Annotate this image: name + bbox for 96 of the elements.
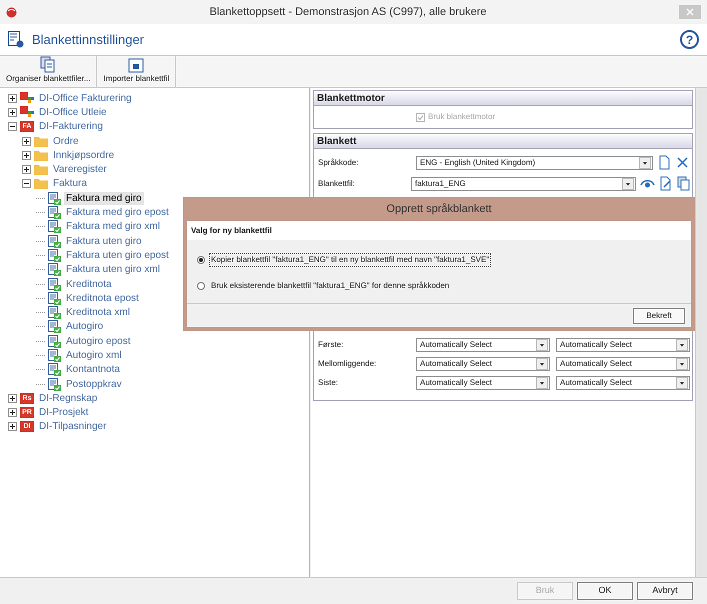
folder-icon [34, 164, 48, 176]
confirm-button[interactable]: Bekreft [633, 308, 685, 324]
radio-label: Bruk eksisterende blankettfil "faktura1_ENG" for denne språkkoden [210, 280, 450, 292]
dropdown[interactable]: ENG - English (United Kingdom) [416, 156, 653, 170]
document-icon [48, 192, 61, 205]
tree-item[interactable]: Ordre [51, 134, 81, 148]
radio-label: Kopier blankettfil "faktura1_ENG" til en ny blankettfil med navn "faktura1_SVE" [209, 253, 492, 267]
expand-icon[interactable] [8, 394, 17, 403]
help-button[interactable]: ? [680, 30, 699, 49]
folder-icon [34, 150, 48, 161]
tree-item[interactable]: Vareregister [51, 163, 109, 176]
tree-item[interactable]: Faktura uten giro epost [64, 248, 171, 262]
collapse-icon[interactable] [8, 122, 17, 132]
tree-item[interactable]: DI-Regnskap [37, 392, 100, 405]
tree-item[interactable]: DI-Prosjekt [37, 406, 90, 420]
radio-button[interactable] [197, 256, 205, 264]
tree-item[interactable]: Kreditnota [64, 278, 114, 290]
settings-form-icon [8, 31, 24, 48]
caret-icon[interactable] [622, 178, 634, 190]
document-icon [48, 320, 61, 334]
caret-icon[interactable] [676, 358, 688, 370]
copy-icon[interactable] [675, 175, 692, 192]
dialog-heading: Valg for ny blankettfil [187, 221, 691, 240]
document-icon [48, 334, 61, 348]
section-header: Blankettmotor [314, 91, 692, 106]
dropdown[interactable]: Automatically Select [416, 338, 550, 352]
tree-item[interactable]: Kreditnota xml [64, 306, 132, 320]
tree-item[interactable]: Faktura med giro xml [64, 220, 162, 234]
app-logo-icon [6, 6, 17, 18]
document-icon [48, 248, 61, 262]
field-label: Mellomliggende: [318, 358, 378, 370]
dropdown[interactable]: Automatically Select [416, 376, 550, 390]
expand-icon[interactable] [22, 165, 31, 174]
tree-item[interactable]: Autogiro xml [64, 348, 124, 362]
document-icon [48, 378, 61, 391]
expand-icon[interactable] [22, 136, 31, 146]
tree-item[interactable]: Autogiro epost [64, 334, 132, 348]
document-icon [48, 348, 61, 362]
section-header: Blankett [314, 134, 692, 149]
collapse-icon[interactable] [22, 179, 31, 188]
dropdown[interactable]: faktura1_ENG [411, 176, 636, 190]
document-icon [48, 292, 61, 305]
tree-item[interactable]: DI-Fakturering [37, 120, 105, 134]
field-label: Blankettfil: [318, 178, 356, 190]
radio-button[interactable] [197, 282, 205, 290]
app-icon [20, 106, 34, 118]
caret-icon[interactable] [536, 339, 548, 351]
document-icon [48, 306, 61, 320]
tree-item[interactable]: DI-Tilpasninger [37, 420, 108, 434]
dropdown[interactable]: Automatically Select [556, 357, 690, 371]
folder-icon [34, 136, 48, 147]
tree-item[interactable]: Faktura [51, 177, 89, 190]
caret-icon[interactable] [676, 339, 688, 351]
document-icon [48, 220, 61, 234]
tree-item[interactable]: DI-Office Utleie [37, 106, 109, 119]
folder-icon [34, 178, 48, 190]
toolbar-button[interactable]: Importer blankettfil [97, 56, 176, 87]
field-label: Siste: [318, 377, 340, 389]
field-label: Første: [318, 339, 344, 351]
tree-item[interactable]: Kreditnota epost [64, 292, 141, 305]
tree-item[interactable]: Faktura med giro epost [64, 206, 171, 220]
toolbar-button[interactable]: Organiser blankettfiler... [0, 56, 98, 87]
expand-icon[interactable] [8, 422, 17, 432]
window-title: Blankettoppsett - Demonstrasjon AS (C997), alle brukere [208, 4, 488, 20]
tree-item[interactable]: DI-Office Fakturering [37, 92, 134, 105]
caret-icon[interactable] [676, 377, 688, 389]
document-icon [48, 363, 61, 376]
tree-item[interactable]: Postoppkrav [64, 378, 124, 391]
caret-icon[interactable] [639, 156, 651, 168]
document-icon [48, 206, 61, 220]
caret-icon[interactable] [536, 377, 548, 389]
expand-icon[interactable] [8, 108, 17, 117]
document-icon [48, 263, 61, 276]
page-title: Blankettinnstillinger [32, 30, 146, 49]
dialog-button[interactable]: OK [577, 582, 633, 600]
app-icon [20, 92, 34, 104]
document-icon [48, 278, 61, 290]
tree-item[interactable]: Autogiro [64, 320, 106, 334]
dropdown[interactable]: Automatically Select [556, 338, 690, 352]
scrollbar[interactable] [695, 88, 707, 577]
tree-item[interactable]: Faktura med giro [64, 192, 144, 205]
dialog-title: Opprett språkblankett [385, 202, 493, 217]
tree-item[interactable]: Innkjøpsordre [51, 148, 116, 162]
expand-icon[interactable] [22, 150, 31, 160]
field-label: Språkkode: [318, 156, 360, 168]
tree-item[interactable]: Faktura uten giro [64, 234, 144, 248]
checkbox-label: Bruk blankettmotor [428, 111, 496, 123]
dropdown[interactable]: Automatically Select [556, 376, 690, 390]
tree-item[interactable]: Kontantnota [64, 363, 122, 376]
tree-item[interactable]: Faktura uten giro xml [64, 263, 162, 276]
expand-icon[interactable] [8, 408, 17, 418]
caret-icon[interactable] [536, 358, 548, 370]
dialog-button[interactable]: Avbryt [637, 582, 693, 600]
dropdown[interactable]: Automatically Select [416, 357, 550, 371]
document-icon [48, 234, 61, 248]
expand-icon[interactable] [8, 94, 17, 103]
